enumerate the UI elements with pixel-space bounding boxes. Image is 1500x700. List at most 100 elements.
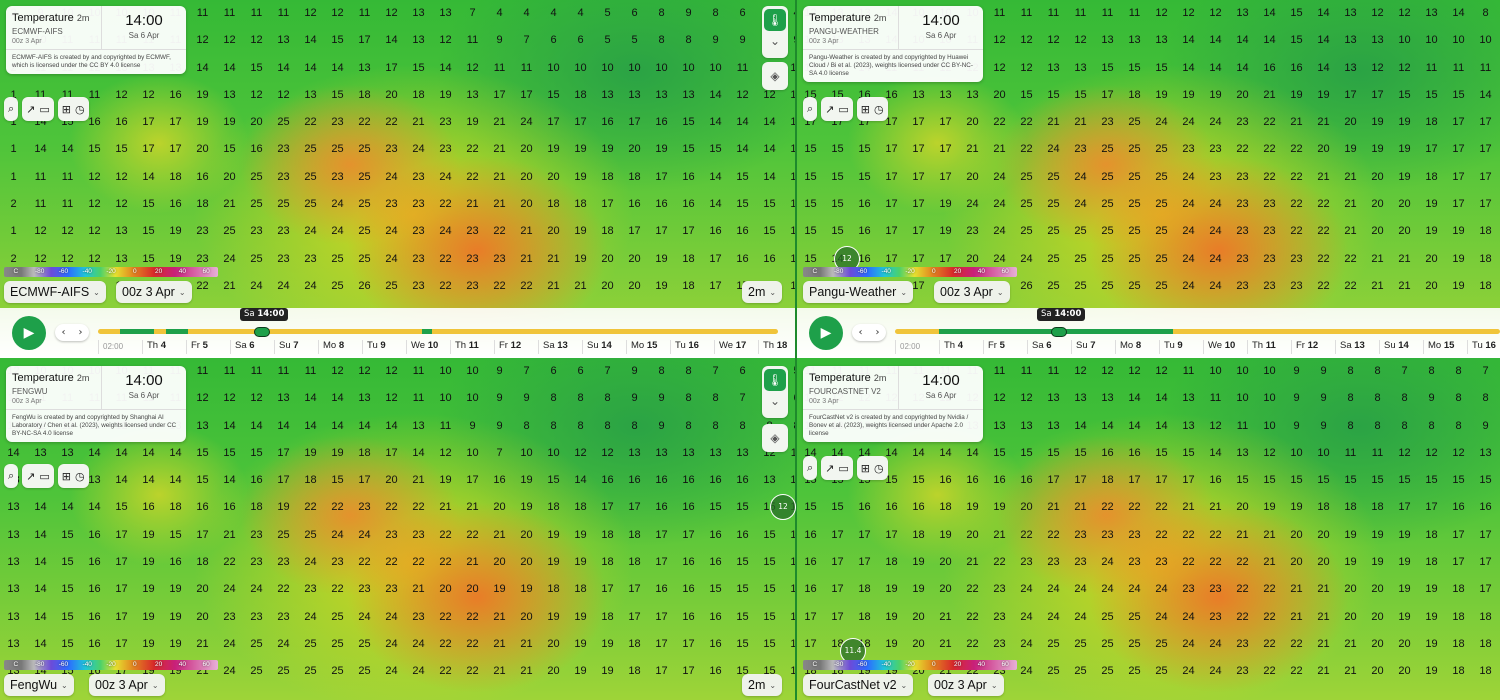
temperature-value: 15 [331,34,344,47]
view-button[interactable]: ⊞ ◷ [856,97,888,121]
timeline-track[interactable] [895,329,1500,334]
timeline-day[interactable]: Fr 12 [1291,340,1335,354]
temperature-value: 24 [993,198,1006,211]
timeline-day[interactable]: Mo 15 [1423,340,1467,354]
step-controls[interactable]: ‹ › [55,324,89,341]
temperature-value: 19 [1452,225,1465,238]
timeline-day[interactable]: Tu 9 [362,340,406,354]
temperature-value: 15 [61,583,74,596]
timeline-day[interactable]: Fr 12 [494,340,538,354]
timeline-day[interactable]: Sa 6 [230,340,274,354]
level-label: 2m [873,373,887,383]
temperature-value: 14 [1209,34,1222,47]
temperature-value: 17 [1101,88,1114,101]
layers-button[interactable]: ◈ [762,62,788,90]
timeline-day[interactable]: Su 7 [274,340,318,354]
temperature-value: 24 [385,170,398,183]
temperature-value: 16 [858,198,871,211]
temperature-value: 21 [1344,225,1357,238]
timeline-day[interactable]: Sa 6 [1027,340,1071,354]
share-button[interactable]: ↗ ▭ [821,456,853,480]
timeline-day[interactable]: Th 18 [758,340,795,354]
timeline-day[interactable]: Th 4 [142,340,186,354]
variable-picker[interactable]: 🌡 ⌄ [762,6,788,58]
layers-button[interactable]: ◈ [762,424,788,452]
timeline-day[interactable]: Tu 9 [1159,340,1203,354]
timeline-day[interactable]: Th 11 [1247,340,1291,354]
temperature-value: 20 [1020,501,1033,514]
timeline-day[interactable]: Fr 5 [186,340,230,354]
run-select[interactable]: 00z 3 Apr ⌄ [89,674,165,696]
temperature-value: 24 [1020,665,1033,678]
search-button[interactable]: ⌕ [803,456,818,480]
temperature-value: 10 [1290,446,1303,459]
temperature-value: 12 [88,225,101,238]
timeline-day[interactable]: Mo 15 [626,340,670,354]
temperature-value: 8 [604,419,611,432]
timeline-day[interactable]: We 10 [1203,340,1247,354]
temperature-value: 14 [1263,7,1276,19]
location-marker[interactable]: 12 [770,494,796,520]
run-select[interactable]: 00z 3 Apr ⌄ [116,281,192,303]
step-controls[interactable]: ‹ › [852,324,886,341]
timeline-day[interactable]: Th 11 [450,340,494,354]
search-button[interactable]: ⌕ [4,464,19,488]
day-number: 10 [1224,340,1236,351]
next-icon[interactable]: › [876,327,880,338]
timeline-day[interactable]: Su 14 [582,340,626,354]
timeline-cursor[interactable] [1051,327,1067,337]
share-button[interactable]: ↗ ▭ [821,97,853,121]
prev-icon[interactable]: ‹ [859,327,863,338]
temperature-value: 25 [1155,665,1168,678]
timeline-day[interactable]: We 10 [406,340,450,354]
timeline-day[interactable]: Su 7 [1071,340,1115,354]
temperature-value: 11 [439,419,452,432]
level-select[interactable]: 2m ⌄ [742,281,783,303]
play-icon: ▶ [820,325,832,341]
run-select[interactable]: 00z 3 Apr ⌄ [934,281,1010,303]
view-button[interactable]: ⊞ ◷ [856,456,888,480]
view-button[interactable]: ⊞ ◷ [57,464,89,488]
model-select[interactable]: Pangu-Weather ⌄ [803,281,914,303]
level-select[interactable]: 2m ⌄ [742,674,783,696]
timeline-day[interactable]: Sa 13 [538,340,582,354]
temperature-value: 20 [1425,252,1438,265]
model-select[interactable]: FourCastNet v2 ⌄ [803,674,914,696]
temperature-value: 10 [466,446,479,459]
play-button[interactable]: ▶ [12,316,46,350]
search-button[interactable]: ⌕ [4,97,19,121]
timeline-day[interactable]: Th 4 [939,340,983,354]
timeline-day[interactable]: Fr 5 [983,340,1027,354]
prev-icon[interactable]: ‹ [62,327,66,338]
temperature-value: 15 [169,528,182,541]
search-button[interactable]: ⌕ [803,97,818,121]
timeline-day[interactable]: Mo 8 [318,340,362,354]
run-select[interactable]: 00z 3 Apr ⌄ [928,674,1004,696]
next-icon[interactable]: › [79,327,83,338]
temperature-value: 23 [277,610,290,623]
timeline-cursor[interactable] [254,327,270,337]
model-select[interactable]: FengWu ⌄ [4,674,74,696]
view-button[interactable]: ⊞ ◷ [57,97,89,121]
timeline-day[interactable]: Su 14 [1379,340,1423,354]
share-button[interactable]: ↗ ▭ [22,97,54,121]
timeline-day[interactable]: We 17 [714,340,758,354]
timeline-track[interactable] [98,329,778,334]
temperature-value: 12 [993,34,1006,47]
legend-tick: -40 [82,268,92,275]
temperature-value: 22 [331,583,344,596]
temperature-value: 11 [466,34,479,47]
timeline-day[interactable]: Sa 13 [1335,340,1379,354]
timeline-day[interactable]: Tu 16 [670,340,714,354]
play-button[interactable]: ▶ [809,316,843,350]
model-select[interactable]: ECMWF-AIFS ⌄ [4,281,106,303]
temperature-value: 18 [1101,474,1114,487]
variable-picker[interactable]: 🌡 ⌄ [762,366,788,418]
timeline-day[interactable]: Mo 8 [1115,340,1159,354]
timeline-day[interactable]: 02:00 [895,340,939,354]
temperature-value: 18 [858,610,871,623]
timeline-day[interactable]: Tu 16 [1467,340,1500,354]
share-button[interactable]: ↗ ▭ [22,464,54,488]
timeline-day[interactable]: 02:00 [98,340,142,354]
temperature-value: 25 [1020,198,1033,211]
